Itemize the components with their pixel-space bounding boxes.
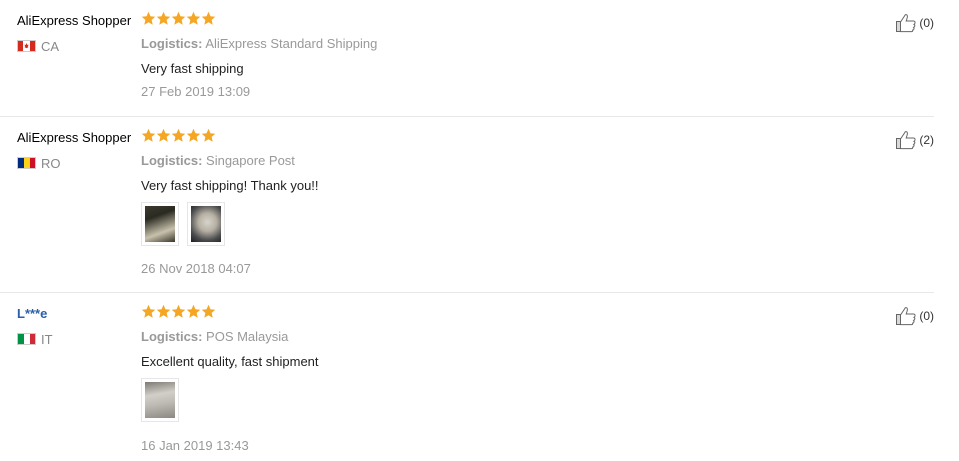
review-item: L***e IT Logistics: POS Malaysia Excelle… xyxy=(0,293,934,461)
star-icon xyxy=(201,11,216,26)
reviewer-country: RO xyxy=(17,155,61,171)
logistics-label: Logistics: xyxy=(141,36,203,51)
review-photos xyxy=(141,202,233,246)
logistics-value: AliExpress Standard Shipping xyxy=(205,36,378,51)
star-icon xyxy=(156,11,171,26)
reviewer-name-link[interactable]: L***e xyxy=(17,306,47,321)
review-comment: Very fast shipping! Thank you!! xyxy=(141,178,319,193)
logistics-info: Logistics: Singapore Post xyxy=(141,153,295,168)
italy-flag-icon xyxy=(17,333,36,345)
review-photo-thumbnail[interactable] xyxy=(187,202,225,246)
canada-flag-icon xyxy=(17,40,36,52)
reviewer-name: AliExpress Shopper xyxy=(17,130,132,145)
review-photo-thumbnail[interactable] xyxy=(141,378,179,422)
review-item: AliExpress Shopper CA Logistics: AliExpr… xyxy=(0,0,934,117)
star-icon xyxy=(171,304,186,319)
review-list: AliExpress Shopper CA Logistics: AliExpr… xyxy=(0,0,959,461)
star-icon xyxy=(171,11,186,26)
thumbs-up-icon xyxy=(895,13,917,33)
helpful-count: (0) xyxy=(919,309,934,323)
thumbs-up-icon xyxy=(895,306,917,326)
star-icon xyxy=(201,304,216,319)
logistics-value: POS Malaysia xyxy=(206,329,289,344)
star-icon xyxy=(186,128,201,143)
star-icon xyxy=(186,304,201,319)
logistics-value: Singapore Post xyxy=(206,153,295,168)
review-comment: Excellent quality, fast shipment xyxy=(141,354,319,369)
review-date: 26 Nov 2018 04:07 xyxy=(141,261,251,276)
review-photo-thumbnail[interactable] xyxy=(141,202,179,246)
star-rating xyxy=(141,128,216,143)
star-rating xyxy=(141,304,216,319)
star-icon xyxy=(201,128,216,143)
review-date: 27 Feb 2019 13:09 xyxy=(141,84,251,99)
helpful-button[interactable]: (2) xyxy=(895,130,934,150)
helpful-count: (2) xyxy=(919,133,934,147)
star-icon xyxy=(141,128,156,143)
reviewer-name: AliExpress Shopper xyxy=(17,13,132,28)
reviewer-country: IT xyxy=(17,331,53,347)
reviewer-country: CA xyxy=(17,38,60,54)
star-icon xyxy=(171,128,186,143)
review-date: 16 Jan 2019 13:43 xyxy=(141,438,249,453)
star-icon xyxy=(156,128,171,143)
country-code: IT xyxy=(41,331,53,347)
thumbs-up-icon xyxy=(895,130,917,150)
star-icon xyxy=(156,304,171,319)
romania-flag-icon xyxy=(17,157,36,169)
helpful-count: (0) xyxy=(919,16,934,30)
star-icon xyxy=(141,304,156,319)
country-code: CA xyxy=(41,38,60,54)
review-photos xyxy=(141,378,187,422)
helpful-button[interactable]: (0) xyxy=(895,13,934,33)
star-rating xyxy=(141,11,216,26)
logistics-label: Logistics: xyxy=(141,329,203,344)
logistics-label: Logistics: xyxy=(141,153,203,168)
country-code: RO xyxy=(41,155,61,171)
helpful-button[interactable]: (0) xyxy=(895,306,934,326)
star-icon xyxy=(141,11,156,26)
star-icon xyxy=(186,11,201,26)
logistics-info: Logistics: POS Malaysia xyxy=(141,329,288,344)
logistics-info: Logistics: AliExpress Standard Shipping xyxy=(141,36,377,51)
review-item: AliExpress Shopper RO Logistics: Singapo… xyxy=(0,117,934,293)
review-comment: Very fast shipping xyxy=(141,61,244,76)
